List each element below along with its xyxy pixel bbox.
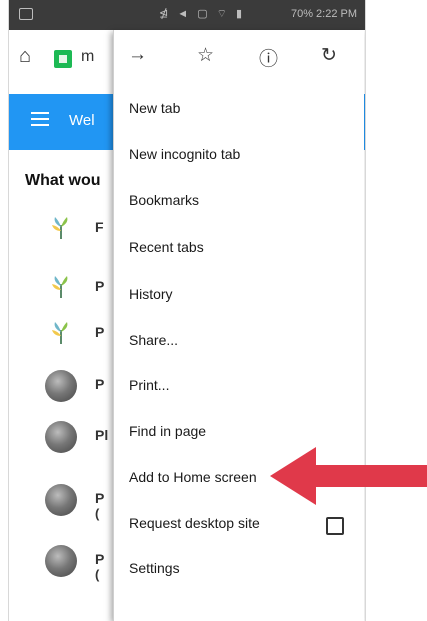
home-icon[interactable]: ⌂ — [19, 45, 31, 68]
list-item-label: F — [95, 219, 104, 235]
menu-item-history[interactable]: History — [129, 286, 173, 302]
gallery-notification-icon — [19, 8, 33, 20]
list-item[interactable]: P — [9, 318, 109, 362]
avatar — [45, 421, 77, 453]
menu-item-find-in-page[interactable]: Find in page — [129, 423, 206, 439]
list-item[interactable]: F — [9, 213, 109, 257]
checkbox-icon[interactable] — [326, 517, 344, 535]
list-item-label: P — [95, 376, 105, 392]
status-bar: ⋬ ◄ ▢ ⌔ ▮ 70% 2:22 PM — [9, 0, 365, 30]
menu-item-new-incognito-tab[interactable]: New incognito tab — [129, 146, 240, 162]
list-item[interactable]: Pl — [9, 421, 109, 465]
info-icon[interactable]: ⓘ — [259, 44, 278, 71]
menu-item-share[interactable]: Share... — [129, 332, 178, 348]
avatar — [45, 484, 77, 516]
list-item[interactable]: P — [9, 370, 109, 414]
menu-item-settings[interactable]: Settings — [129, 560, 180, 576]
site-favicon-icon — [54, 50, 72, 68]
battery-time-text: 70% 2:22 PM — [290, 8, 357, 20]
menu-item-new-tab[interactable]: New tab — [129, 100, 180, 116]
red-arrow-icon — [270, 447, 427, 505]
forward-arrow-icon[interactable]: → — [128, 44, 147, 66]
menu-item-bookmarks[interactable]: Bookmarks — [129, 192, 199, 208]
hamburger-icon[interactable] — [31, 112, 49, 126]
list-item-sublabel: ( — [95, 506, 100, 521]
list-item-label: P — [95, 490, 105, 506]
page-question: What wou — [25, 172, 101, 189]
list-item-label: Pl — [95, 427, 109, 443]
list-item-label: P — [95, 278, 105, 294]
menu-item-recent-tabs[interactable]: Recent tabs — [129, 239, 204, 255]
web-page-title: Wel — [69, 112, 95, 129]
avatar — [45, 545, 77, 577]
chrome-overflow-menu: → ☆ ⓘ ↻ New tab New incognito tab Bookma… — [113, 30, 364, 621]
list-item[interactable]: P ( — [9, 545, 109, 589]
menu-item-request-desktop-site[interactable]: Request desktop site — [129, 515, 260, 531]
list-item-sublabel: ( — [95, 567, 100, 582]
star-icon[interactable]: ☆ — [197, 44, 214, 67]
list-item[interactable]: P ( — [9, 484, 109, 528]
url-bar-text[interactable]: m — [81, 48, 94, 66]
phone-screen: ⋬ ◄ ▢ ⌔ ▮ 70% 2:22 PM ⌂ m Wel What wou F… — [8, 0, 366, 621]
avatar — [45, 370, 77, 402]
list-item[interactable]: P — [9, 272, 109, 316]
list-item-label: P — [95, 551, 105, 567]
plant-logo-icon — [45, 272, 77, 304]
plant-logo-icon — [45, 213, 77, 245]
menu-item-print[interactable]: Print... — [129, 377, 169, 393]
menu-action-bar: → ☆ ⓘ ↻ — [114, 30, 364, 90]
status-icons: ⋬ ◄ ▢ ⌔ ▮ — [159, 8, 246, 20]
menu-item-add-to-home-screen[interactable]: Add to Home screen — [129, 469, 257, 485]
reload-icon[interactable]: ↻ — [321, 44, 337, 67]
plant-logo-icon — [45, 318, 77, 350]
list-item-label: P — [95, 324, 105, 340]
